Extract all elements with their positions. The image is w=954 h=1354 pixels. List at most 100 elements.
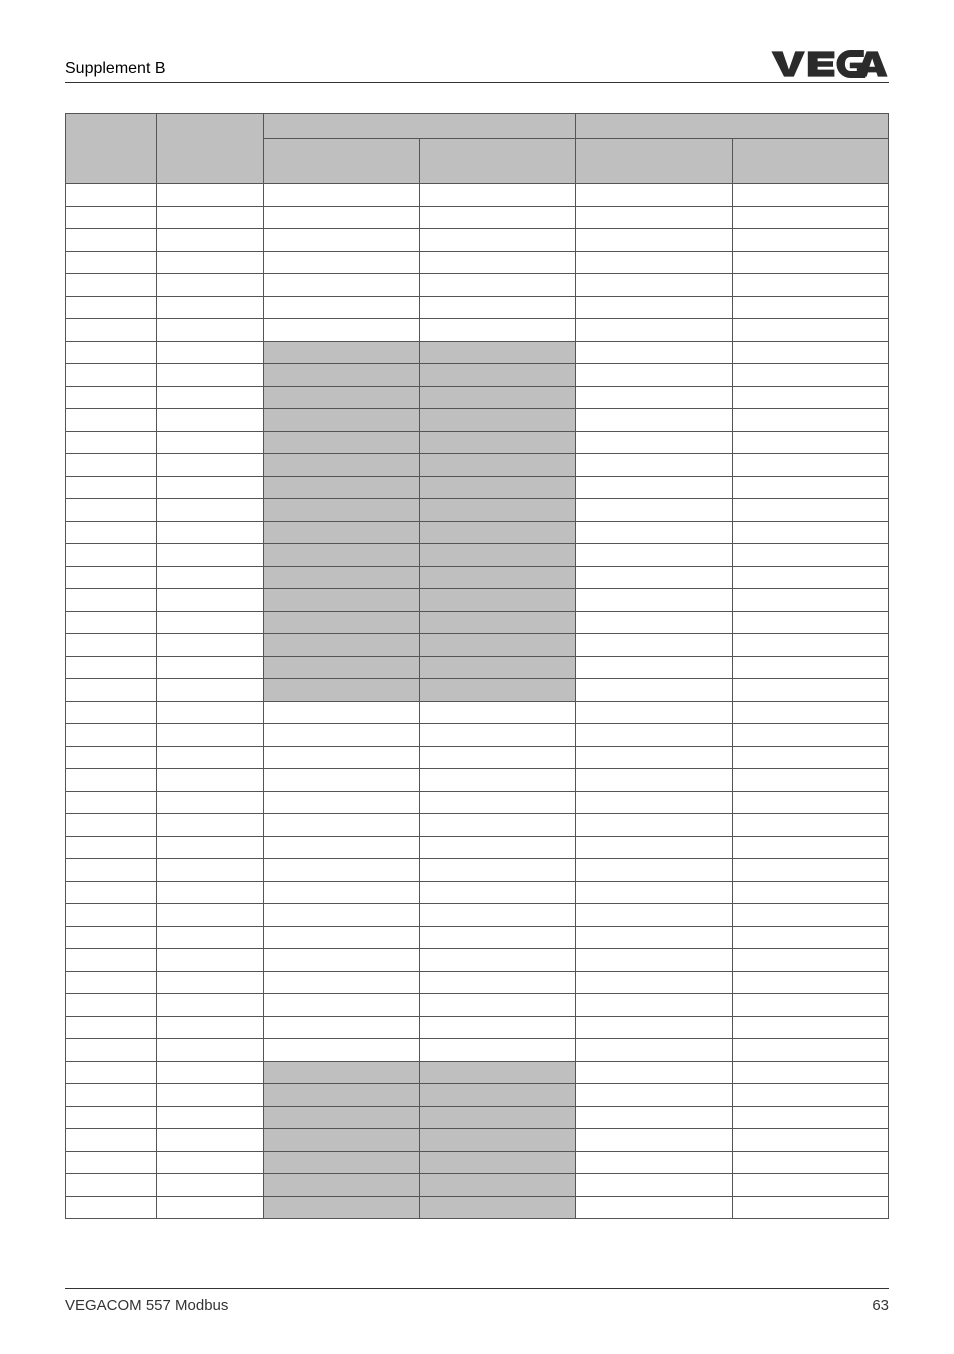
table-cell xyxy=(156,859,263,882)
table-cell xyxy=(66,634,157,657)
table-cell xyxy=(576,251,732,274)
table-row xyxy=(66,319,889,342)
header-title: Supplement B xyxy=(65,60,166,78)
table-header-2 xyxy=(156,114,263,184)
table-body xyxy=(66,184,889,1219)
table-cell xyxy=(66,386,157,409)
table-cell xyxy=(66,701,157,724)
table-cell xyxy=(66,589,157,612)
table-cell xyxy=(732,701,888,724)
table-cell xyxy=(732,341,888,364)
table-row xyxy=(66,229,889,252)
table-cell xyxy=(66,251,157,274)
table-cell xyxy=(66,544,157,567)
table-cell xyxy=(263,229,419,252)
table-cell xyxy=(66,229,157,252)
table-cell xyxy=(66,926,157,949)
table-cell xyxy=(576,319,732,342)
table-cell xyxy=(576,341,732,364)
table-cell xyxy=(732,679,888,702)
table-cell xyxy=(66,364,157,387)
table-cell xyxy=(66,1174,157,1197)
table-cell xyxy=(576,724,732,747)
table-cell xyxy=(263,1151,419,1174)
table-cell xyxy=(419,1106,575,1129)
table-cell xyxy=(732,611,888,634)
table-cell xyxy=(156,1196,263,1219)
table-cell xyxy=(732,634,888,657)
table-cell xyxy=(66,791,157,814)
table-cell xyxy=(156,1016,263,1039)
table-cell xyxy=(66,1106,157,1129)
table-cell xyxy=(576,746,732,769)
table-cell xyxy=(419,904,575,927)
table-row xyxy=(66,836,889,859)
table-cell xyxy=(732,319,888,342)
table-cell xyxy=(576,521,732,544)
table-cell xyxy=(156,566,263,589)
table-cell xyxy=(419,769,575,792)
table-cell xyxy=(732,1129,888,1152)
table-cell xyxy=(263,521,419,544)
table-cell xyxy=(156,476,263,499)
table-cell xyxy=(66,319,157,342)
table-cell xyxy=(419,701,575,724)
table-cell xyxy=(576,881,732,904)
table-cell xyxy=(576,1196,732,1219)
table-cell xyxy=(419,836,575,859)
table-row xyxy=(66,814,889,837)
table-cell xyxy=(419,656,575,679)
table-cell xyxy=(156,1174,263,1197)
table-cell xyxy=(66,566,157,589)
table-cell xyxy=(156,1151,263,1174)
table-cell xyxy=(156,971,263,994)
table-cell xyxy=(419,386,575,409)
table-cell xyxy=(732,1061,888,1084)
table-cell xyxy=(419,589,575,612)
table-cell xyxy=(576,589,732,612)
table-cell xyxy=(156,904,263,927)
table-cell xyxy=(732,521,888,544)
table-cell xyxy=(263,724,419,747)
table-cell xyxy=(156,386,263,409)
table-row xyxy=(66,184,889,207)
table-cell xyxy=(732,544,888,567)
table-cell xyxy=(576,1084,732,1107)
table-cell xyxy=(263,364,419,387)
table-row xyxy=(66,544,889,567)
table-row xyxy=(66,769,889,792)
table-cell xyxy=(732,971,888,994)
table-cell xyxy=(263,499,419,522)
table-cell xyxy=(66,341,157,364)
table-cell xyxy=(732,926,888,949)
table-cell xyxy=(263,769,419,792)
table-cell xyxy=(576,926,732,949)
table-cell xyxy=(419,476,575,499)
table-cell xyxy=(66,476,157,499)
table-cell xyxy=(576,814,732,837)
table-cell xyxy=(156,544,263,567)
table-cell xyxy=(732,1196,888,1219)
table-cell xyxy=(732,746,888,769)
table-subheader-4 xyxy=(732,139,888,184)
table-cell xyxy=(576,476,732,499)
table-cell xyxy=(419,1151,575,1174)
table-cell xyxy=(419,746,575,769)
table-cell xyxy=(156,1129,263,1152)
table-cell xyxy=(66,274,157,297)
table-cell xyxy=(66,994,157,1017)
table-cell xyxy=(732,1016,888,1039)
table-cell xyxy=(263,859,419,882)
table-cell xyxy=(263,949,419,972)
table-row xyxy=(66,1061,889,1084)
table-row xyxy=(66,274,889,297)
table-cell xyxy=(419,724,575,747)
table-cell xyxy=(732,724,888,747)
table-row xyxy=(66,859,889,882)
table-cell xyxy=(263,656,419,679)
table-cell xyxy=(156,836,263,859)
table-cell xyxy=(732,296,888,319)
table-cell xyxy=(576,904,732,927)
table-cell xyxy=(576,836,732,859)
table-cell xyxy=(263,566,419,589)
